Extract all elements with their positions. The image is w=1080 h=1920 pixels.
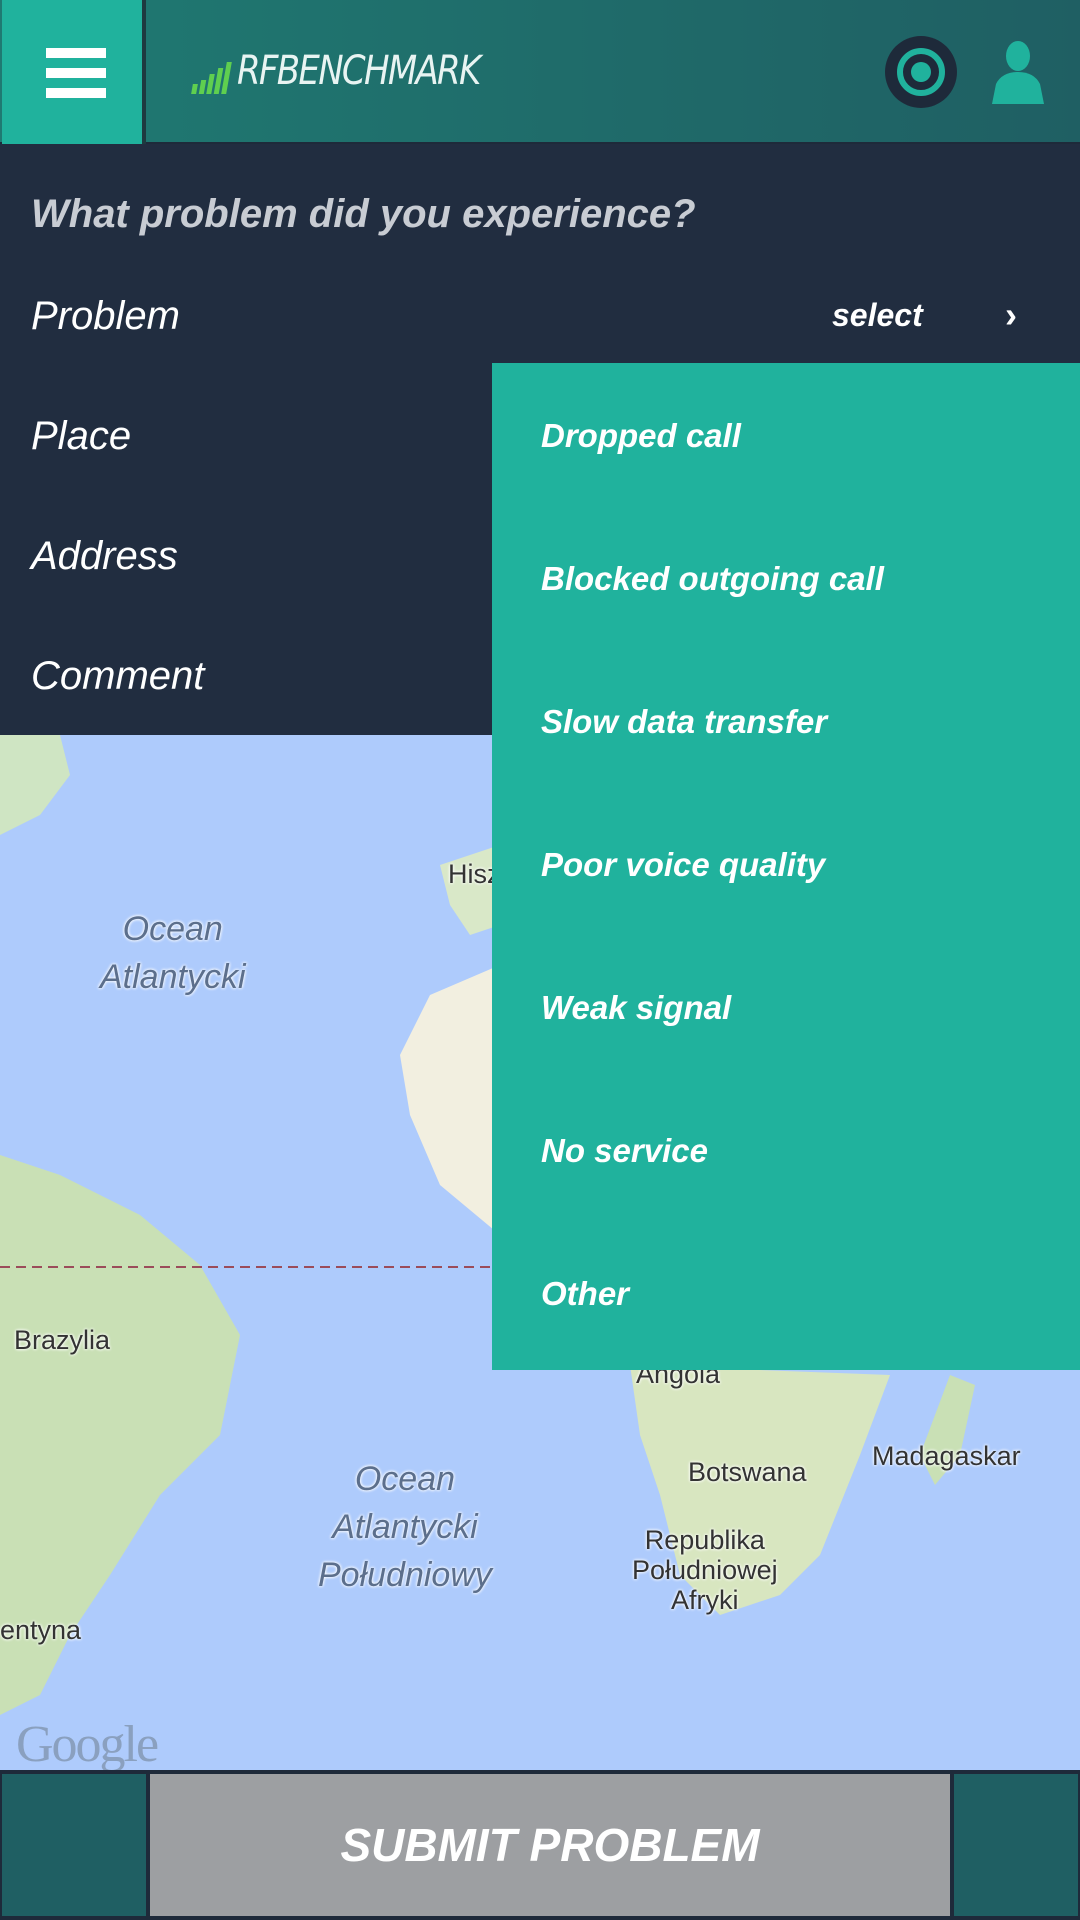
bottom-bar: SUBMIT PROBLEM [0, 1770, 1080, 1920]
map-label-ocean-south: Ocean Atlantycki Południowy [318, 1460, 492, 1594]
place-field[interactable]: Place [31, 414, 131, 459]
app-name: RFBENCHMARK [237, 48, 481, 94]
option-weak-signal[interactable]: Weak signal [541, 989, 731, 1027]
option-poor-voice-quality[interactable]: Poor voice quality [541, 846, 825, 884]
option-dropped-call[interactable]: Dropped call [541, 417, 741, 455]
chevron-right-icon[interactable]: › [1005, 294, 1017, 336]
map-label-brazil: Brazylia [14, 1325, 111, 1355]
comment-field[interactable]: Comment [31, 654, 204, 699]
submit-problem-button[interactable]: SUBMIT PROBLEM [150, 1774, 950, 1916]
option-no-service[interactable]: No service [541, 1132, 708, 1170]
bottom-right-panel [954, 1774, 1078, 1916]
map-label-south-africa: Republika Południowej Afryki [632, 1525, 778, 1615]
menu-button[interactable] [2, 0, 146, 144]
map-label-madagascar: Madagaskar [872, 1441, 1021, 1471]
bottom-left-panel [2, 1774, 146, 1916]
option-slow-data-transfer[interactable]: Slow data transfer [541, 703, 827, 741]
user-icon[interactable] [990, 40, 1046, 104]
app-header: RFBENCHMARK [0, 0, 1080, 144]
map-label-botswana: Botswana [688, 1457, 807, 1487]
address-field[interactable]: Address [31, 534, 178, 579]
target-icon[interactable] [885, 36, 957, 108]
app-logo: RFBENCHMARK [191, 48, 522, 94]
option-blocked-outgoing-call[interactable]: Blocked outgoing call [541, 560, 884, 598]
map-label-argentina: entyna [0, 1615, 82, 1645]
form-question: What problem did you experience? [31, 192, 696, 236]
option-other[interactable]: Other [541, 1275, 629, 1313]
problem-dropdown: Dropped call Blocked outgoing call Slow … [492, 363, 1080, 1370]
google-logo: Google [16, 1716, 159, 1770]
signal-icon [191, 62, 232, 94]
map-label-ocean-north: Ocean Atlantycki [100, 910, 246, 996]
problem-select[interactable]: select [832, 297, 923, 334]
problem-field-label[interactable]: Problem [31, 294, 180, 339]
